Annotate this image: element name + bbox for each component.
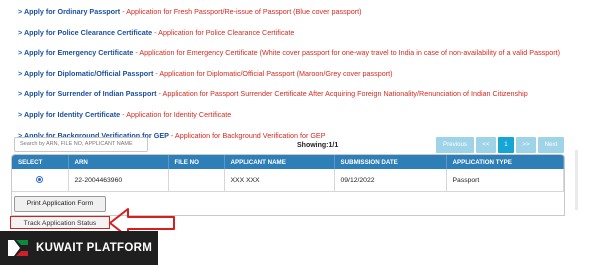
service-row-identity-certificate[interactable]: > Apply for Identity Certificate - Appli… [18, 105, 598, 126]
service-row-emergency-certificate[interactable]: > Apply for Emergency Certificate - Appl… [18, 43, 598, 64]
application-type-cell: Passport [446, 169, 564, 192]
service-title[interactable]: Apply for Police Clearance Certificate [24, 28, 152, 37]
page-1-button[interactable]: 1 [498, 137, 514, 153]
service-link-list: > Apply for Ordinary Passport - Applicat… [18, 2, 598, 146]
track-application-status-button[interactable]: Track Application Status [10, 216, 110, 229]
previous-button[interactable]: Previous [436, 137, 474, 153]
column-header-arn: ARN [68, 155, 169, 169]
pagination: Previous << 1 >> Next [436, 137, 564, 153]
select-radio[interactable] [36, 175, 43, 183]
service-title[interactable]: Apply for Emergency Certificate [24, 48, 133, 57]
last-page-button[interactable]: >> [516, 137, 536, 153]
showing-count: Showing:1/1 [297, 142, 339, 149]
service-desc: Application for Background Verification … [174, 130, 326, 140]
search-input[interactable]: Search by ARN, FILE NO, APPLICANT NAME [14, 137, 148, 152]
service-title[interactable]: Apply for Identity Certificate [24, 110, 120, 119]
service-desc: Application for Identity Certificate [126, 109, 232, 119]
brand-banner: KUWAIT PLATFORM [0, 231, 158, 265]
arn-cell: 22-2004463960 [68, 169, 169, 192]
service-row-surrender-passport[interactable]: > Apply for Surrender of Indian Passport… [18, 84, 598, 105]
applicant-name-cell: XXX XXX [224, 169, 335, 192]
search-placeholder: Search by ARN, FILE NO, APPLICANT NAME [20, 141, 133, 147]
column-header-file-no: FILE NO [168, 155, 225, 169]
brand-name: KUWAIT PLATFORM [36, 242, 153, 254]
column-header-application-type: APPLICATION TYPE [446, 155, 564, 169]
service-title[interactable]: Apply for Surrender of Indian Passport [24, 89, 157, 98]
service-desc: Application for Emergency Certificate (W… [139, 48, 561, 58]
column-header-select: SELECT [12, 155, 69, 169]
table-header-row: SELECT ARN FILE NO APPLICANT NAME SUBMIS… [12, 155, 564, 169]
service-row-police-clearance[interactable]: > Apply for Police Clearance Certificate… [18, 23, 598, 44]
column-header-submission-date: SUBMISSION DATE [334, 155, 447, 169]
next-button[interactable]: Next [538, 137, 564, 153]
kuwait-platform-logo-icon [8, 240, 28, 256]
submission-date-cell: 09/12/2022 [334, 169, 447, 192]
file-no-cell [168, 169, 225, 192]
column-header-applicant-name: APPLICANT NAME [224, 155, 335, 169]
service-desc: Application for Police Clearance Certifi… [158, 27, 295, 37]
service-row-ordinary-passport[interactable]: > Apply for Ordinary Passport - Applicat… [18, 2, 598, 23]
service-row-diplomatic-passport[interactable]: > Apply for Diplomatic/Official Passport… [18, 64, 598, 85]
select-cell [12, 169, 69, 192]
service-title[interactable]: Apply for Ordinary Passport [24, 7, 120, 16]
service-title[interactable]: Apply for Diplomatic/Official Passport [24, 69, 153, 78]
service-desc: Application for Diplomatic/Official Pass… [159, 68, 393, 78]
service-desc: Application for Fresh Passport/Re-issue … [126, 7, 362, 16]
print-application-form-button[interactable]: Print Application Form [14, 196, 106, 212]
scrollbar-track[interactable] [575, 150, 578, 210]
table-row[interactable]: 22-2004463960 XXX XXX 09/12/2022 Passpor… [12, 169, 564, 192]
first-page-button[interactable]: << [476, 137, 496, 153]
service-desc: Application for Passport Surrender Certi… [162, 89, 528, 99]
